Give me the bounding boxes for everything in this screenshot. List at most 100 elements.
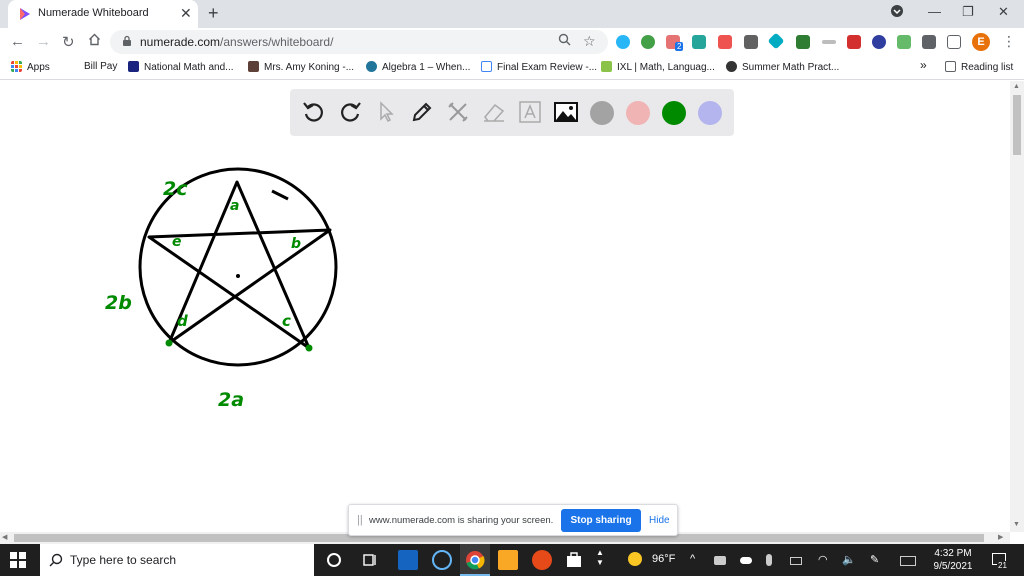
label-angle-b: b [291, 236, 301, 252]
extension-k-icon[interactable] [872, 35, 886, 49]
task-view-icon[interactable] [360, 550, 380, 570]
label-angle-e: e [172, 234, 182, 250]
address-bar[interactable]: numerade.com/answers/whiteboard/ ☆ [110, 30, 608, 54]
bookmark-bill-pay[interactable]: Bill Pay [84, 61, 117, 72]
pen-workspace-icon[interactable]: ✎ [870, 553, 879, 566]
browser-menu-icon[interactable]: ⋮ [1002, 33, 1016, 50]
taskbar-search-box[interactable]: Type here to search [40, 544, 314, 576]
label-angle-d: d [177, 312, 188, 330]
bookmark-star-icon[interactable]: ☆ [583, 33, 596, 50]
paint-app-icon[interactable] [532, 550, 552, 570]
back-button[interactable]: ← [10, 33, 25, 50]
scroll-up-icon[interactable]: ▲ [1013, 83, 1020, 90]
usb-icon[interactable] [766, 554, 772, 566]
label-angle-c: c [282, 312, 291, 330]
mail-app-icon[interactable] [398, 550, 418, 570]
restore-button[interactable]: ❐ [962, 4, 974, 20]
onedrive-icon[interactable] [740, 557, 752, 564]
browser-toolbar: ← → ↻ numerade.com/answers/whiteboard/ ☆… [0, 28, 1024, 56]
vertical-scroll-thumb[interactable] [1013, 95, 1021, 155]
hide-banner-link[interactable]: Hide [649, 515, 670, 526]
extension-check-icon[interactable] [897, 35, 911, 49]
vertical-scrollbar[interactable]: ▲ ▼ [1010, 81, 1024, 532]
file-explorer-icon[interactable] [498, 550, 518, 570]
profile-avatar[interactable]: E [972, 33, 990, 51]
forward-button[interactable]: → [36, 33, 51, 50]
battery-icon[interactable] [790, 557, 802, 565]
crossed-x-icon [128, 61, 139, 72]
home-icon[interactable] [88, 33, 101, 50]
drag-handle-icon[interactable]: || [357, 514, 363, 526]
extension-plus-icon[interactable] [641, 35, 655, 49]
close-tab-icon[interactable]: ✕ [180, 5, 192, 22]
bookmark-apps[interactable]: Apps [11, 61, 50, 73]
doc-icon [481, 61, 492, 72]
cortana-icon[interactable] [324, 550, 344, 570]
tab-search-icon[interactable] [890, 4, 904, 21]
bookmarks-overflow-button[interactable]: » [920, 58, 927, 72]
taskbar-search-placeholder: Type here to search [70, 553, 177, 567]
weather-temperature[interactable]: 96°F [652, 553, 675, 565]
minimize-button[interactable]: — [928, 4, 941, 19]
label-2b: 2b [105, 292, 132, 314]
taskbar-scroll-icon[interactable]: ▲ ▼ [596, 548, 604, 568]
keyboard-icon[interactable] [900, 556, 916, 566]
ixl-icon [601, 61, 612, 72]
label-2c: 2c [163, 178, 188, 200]
green-point-left [165, 339, 173, 347]
wifi-icon[interactable]: ◠ [818, 553, 828, 566]
green-point-right [305, 344, 313, 352]
bookmark-summer-math[interactable]: Summer Math Pract... [726, 61, 839, 73]
reload-button[interactable]: ↻ [62, 33, 75, 51]
circle-logo-icon [726, 61, 737, 72]
new-tab-button[interactable]: + [208, 3, 219, 24]
extension-badge: 2 [675, 42, 684, 51]
cast-icon[interactable] [947, 35, 961, 49]
bookmark-final-exam-review[interactable]: Final Exam Review -... [481, 61, 597, 73]
media-app-icon[interactable] [432, 550, 452, 570]
extension-compass-icon[interactable] [616, 35, 630, 49]
bookmark-ixl[interactable]: IXL | Math, Languag... [601, 61, 715, 73]
extension-screen-icon[interactable] [744, 35, 758, 49]
reading-list-button[interactable]: Reading list [945, 61, 1013, 73]
extension-diamond-icon[interactable] [767, 32, 785, 50]
scroll-down-icon[interactable]: ▼ [1013, 521, 1020, 528]
extensions-puzzle-icon[interactable] [922, 35, 936, 49]
url-text: numerade.com/answers/whiteboard/ [140, 35, 334, 49]
scroll-right-icon[interactable]: ▶ [998, 533, 1003, 541]
hand-drawing: 2c 2b 2a a b c d e [105, 167, 338, 411]
search-icon [49, 553, 63, 567]
stray-mark [271, 189, 289, 201]
tray-app-icon[interactable] [714, 556, 726, 565]
windows-start-icon[interactable] [10, 552, 26, 568]
tray-chevron-icon[interactable]: ^ [690, 553, 695, 565]
apps-grid-icon [11, 61, 22, 72]
photo-icon [248, 61, 259, 72]
clock-date: 9/5/2021 [933, 561, 973, 572]
reading-list-icon [945, 61, 956, 72]
stop-sharing-button[interactable]: Stop sharing [561, 509, 641, 532]
bookmark-algebra-1[interactable]: Algebra 1 – When... [366, 61, 470, 73]
tab-numerade-whiteboard[interactable]: Numerade Whiteboard ✕ [8, 0, 198, 28]
close-window-button[interactable]: ✕ [998, 4, 1009, 20]
tab-title: Numerade Whiteboard [38, 7, 149, 19]
bookmark-mrs-amy-koning[interactable]: Mrs. Amy Koning -... [248, 61, 354, 73]
extension-pdf-icon[interactable] [847, 35, 861, 49]
extension-pencil-icon[interactable] [718, 35, 732, 49]
extension-teal-icon[interactable] [692, 35, 706, 49]
tab-strip: Numerade Whiteboard ✕ + — ❐ ✕ [0, 0, 1024, 28]
zoom-icon[interactable] [558, 33, 571, 49]
volume-icon[interactable]: 🔈 [842, 553, 856, 566]
store-icon[interactable] [564, 550, 584, 570]
extension-dash-icon[interactable] [822, 40, 836, 44]
whiteboard-canvas[interactable]: 2c 2b 2a a b c d e [0, 81, 1010, 531]
chrome-icon[interactable] [465, 550, 485, 570]
label-angle-a: a [230, 198, 239, 214]
extension-green-icon[interactable] [796, 35, 810, 49]
taskbar-clock[interactable]: 4:32 PM 9/5/2021 [928, 547, 978, 573]
bookmarks-bar: Apps Bill Pay National Math and... Mrs. … [0, 56, 1024, 80]
scroll-left-icon[interactable]: ◀ [2, 533, 7, 541]
numerade-logo-icon [20, 8, 30, 20]
bookmark-national-math[interactable]: National Math and... [128, 61, 234, 73]
windows-taskbar: Type here to search ▲ ▼ 96°F ^ ◠ 🔈 ✎ 4:32… [0, 544, 1024, 576]
